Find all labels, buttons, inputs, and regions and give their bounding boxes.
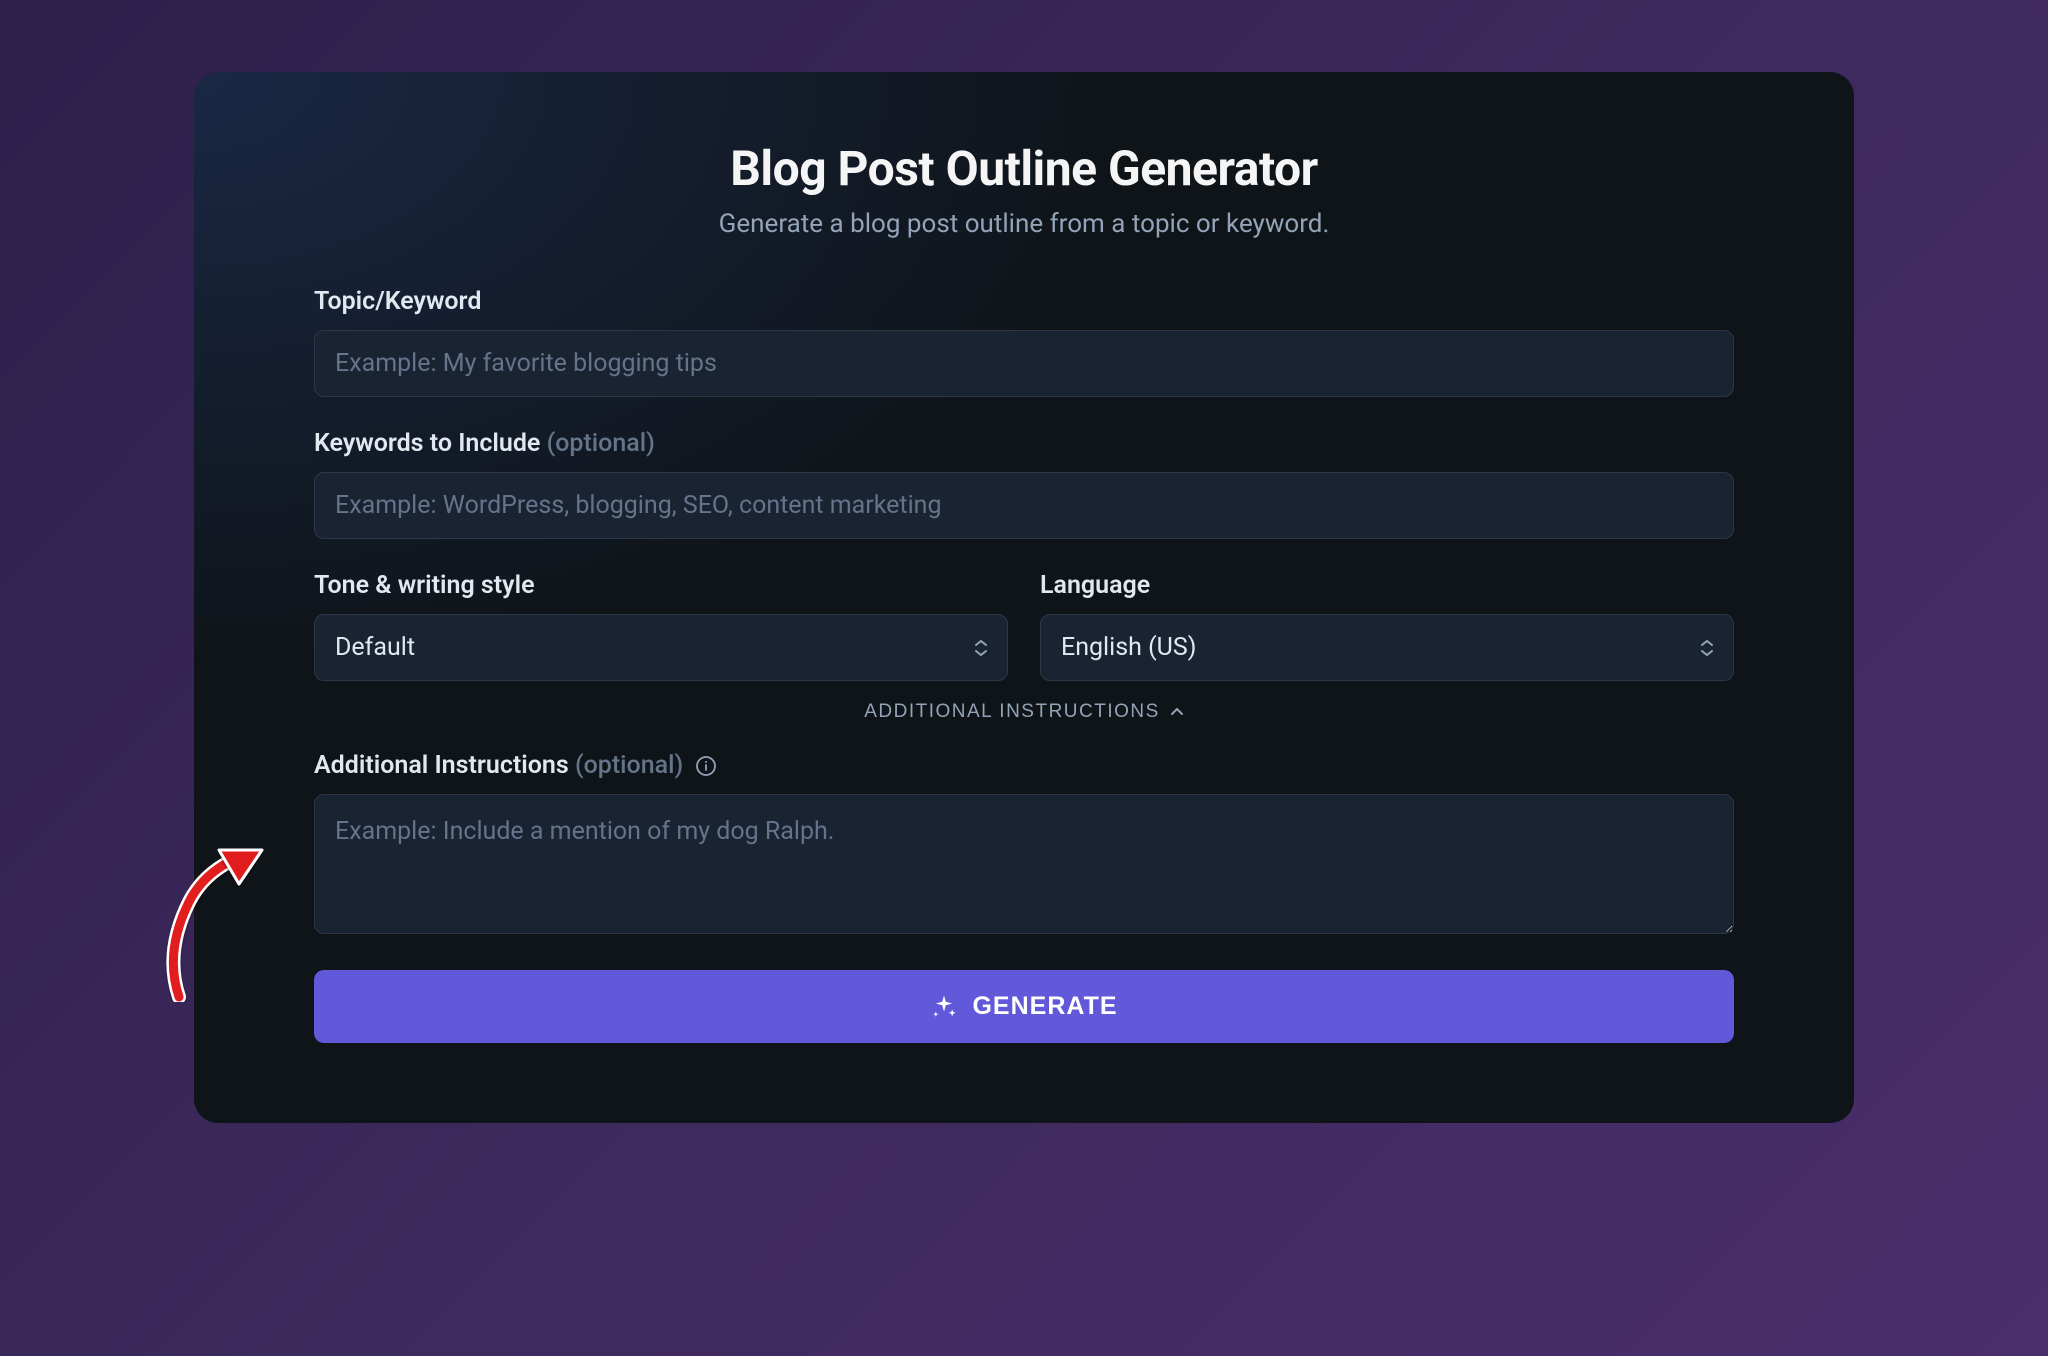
additional-optional-text: (optional) bbox=[575, 751, 683, 780]
generator-card: Blog Post Outline Generator Generate a b… bbox=[194, 72, 1854, 1123]
language-select[interactable]: English (US) bbox=[1040, 614, 1734, 681]
annotation-arrow-icon bbox=[134, 842, 274, 1002]
topic-field-group: Topic/Keyword bbox=[314, 287, 1734, 397]
generate-button-label: GENERATE bbox=[972, 992, 1117, 1021]
tone-label: Tone & writing style bbox=[314, 571, 1008, 600]
additional-instructions-toggle[interactable]: ADDITIONAL INSTRUCTIONS bbox=[864, 701, 1184, 723]
topic-label: Topic/Keyword bbox=[314, 287, 1734, 316]
tone-field-group: Tone & writing style Default bbox=[314, 571, 1008, 681]
topic-input[interactable] bbox=[314, 330, 1734, 397]
keywords-label: Keywords to Include (optional) bbox=[314, 429, 1734, 458]
additional-instructions-textarea[interactable] bbox=[314, 794, 1734, 934]
keywords-field-group: Keywords to Include (optional) bbox=[314, 429, 1734, 539]
tone-select-wrapper: Default bbox=[314, 614, 1008, 681]
tone-select[interactable]: Default bbox=[314, 614, 1008, 681]
keywords-input[interactable] bbox=[314, 472, 1734, 539]
page-title: Blog Post Outline Generator bbox=[314, 140, 1734, 197]
keywords-optional-text: (optional) bbox=[547, 429, 655, 458]
chevron-up-icon bbox=[1170, 707, 1184, 717]
page-subtitle: Generate a blog post outline from a topi… bbox=[314, 209, 1734, 239]
language-select-wrapper: English (US) bbox=[1040, 614, 1734, 681]
additional-label: Additional Instructions (optional) bbox=[314, 751, 1734, 780]
additional-toggle-label: ADDITIONAL INSTRUCTIONS bbox=[864, 701, 1160, 723]
keywords-label-text: Keywords to Include bbox=[314, 429, 540, 458]
additional-label-text: Additional Instructions bbox=[314, 751, 569, 780]
generate-button[interactable]: GENERATE bbox=[314, 970, 1734, 1043]
tone-language-row: Tone & writing style Default Language bbox=[314, 571, 1734, 681]
info-icon[interactable] bbox=[695, 755, 717, 777]
additional-toggle-section: ADDITIONAL INSTRUCTIONS bbox=[314, 701, 1734, 723]
sparkles-icon bbox=[930, 993, 958, 1021]
additional-field-group: Additional Instructions (optional) bbox=[314, 751, 1734, 938]
language-label: Language bbox=[1040, 571, 1734, 600]
card-header: Blog Post Outline Generator Generate a b… bbox=[314, 140, 1734, 239]
language-field-group: Language English (US) bbox=[1040, 571, 1734, 681]
